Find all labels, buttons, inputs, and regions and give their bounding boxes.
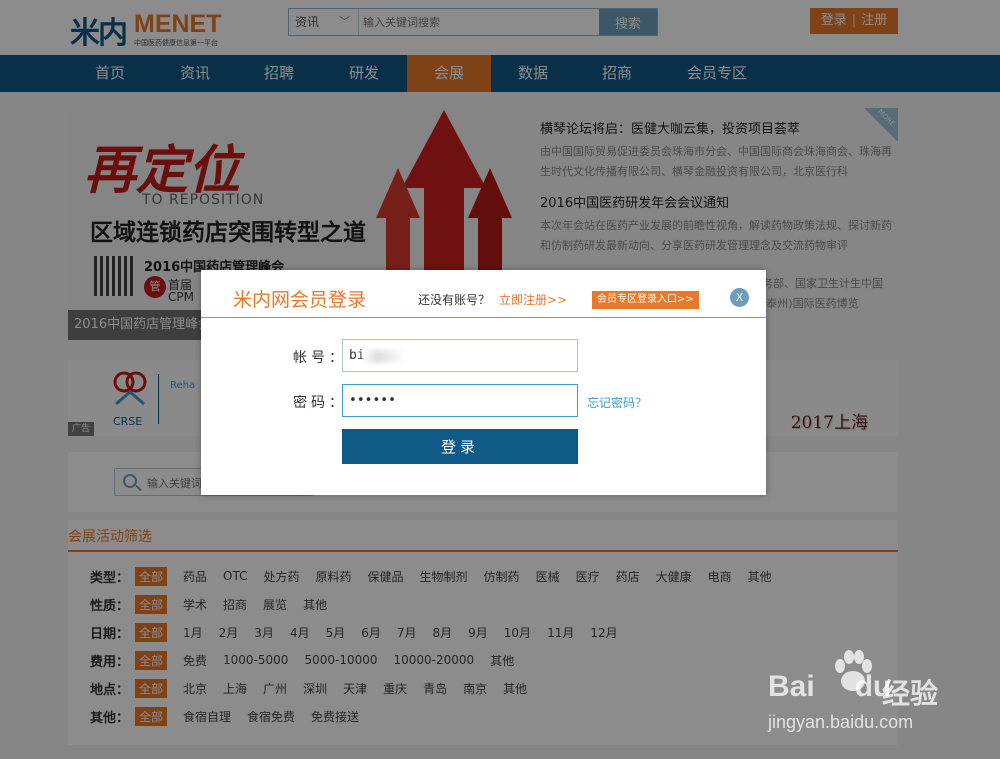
modal-divider xyxy=(201,317,766,318)
close-icon[interactable]: X xyxy=(730,288,749,307)
password-value: •••••• xyxy=(349,393,396,408)
account-input[interactable]: bi xyxy=(342,339,578,372)
password-label: 密码： xyxy=(293,395,347,411)
no-account-text: 还没有账号？ xyxy=(418,293,491,307)
login-submit-button[interactable]: 登录 xyxy=(342,429,578,464)
watermark-jingyan: 经验 xyxy=(882,677,939,710)
baidu-watermark: Bai du 经验 jingyan.baidu.com xyxy=(768,650,990,740)
modal-title: 米内网会员登录 xyxy=(233,289,367,311)
register-now-link[interactable]: 立即注册>> xyxy=(499,291,567,308)
member-entry-button[interactable]: 会员专区登录入口>> xyxy=(592,291,699,309)
watermark-bai: Bai du xyxy=(768,670,891,704)
watermark-url: jingyan.baidu.com xyxy=(768,712,914,732)
watermark-bai-text: Bai xyxy=(768,670,815,703)
forgot-password-link[interactable]: 忘记密码？ xyxy=(587,394,647,411)
redacted-blur xyxy=(363,350,405,363)
account-label: 帐号： xyxy=(293,350,347,366)
login-modal: 米内网会员登录 还没有账号？ 立即注册>> 会员专区登录入口>> X 帐号： b… xyxy=(201,270,766,495)
password-input[interactable]: •••••• xyxy=(342,384,578,417)
